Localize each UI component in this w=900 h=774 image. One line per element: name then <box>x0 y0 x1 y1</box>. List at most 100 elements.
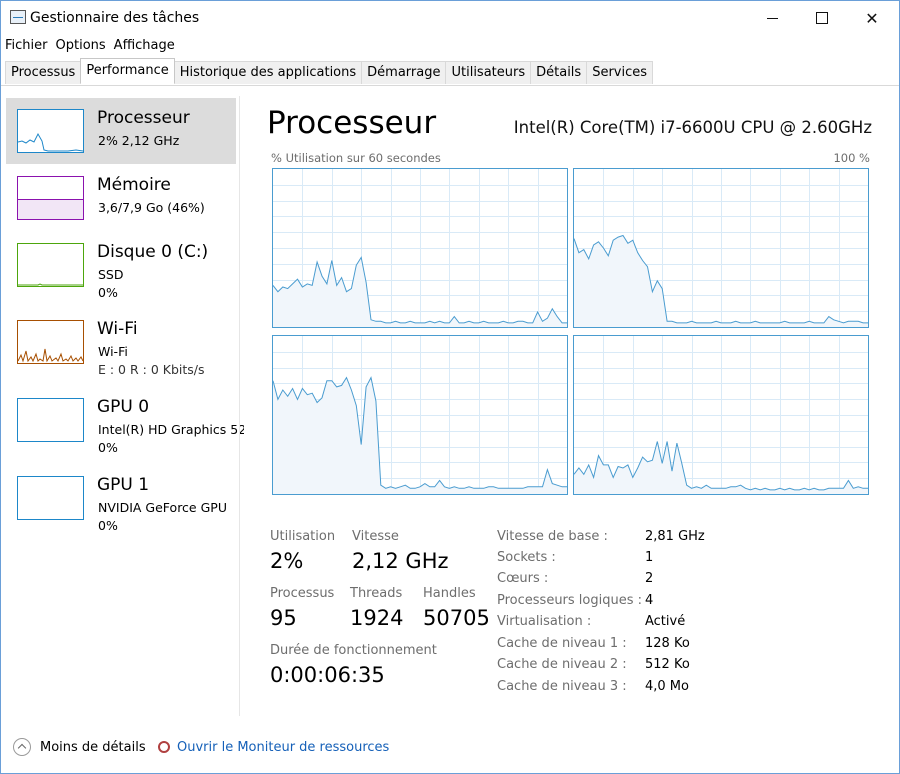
resource-name: Processeur <box>97 108 190 128</box>
resource-name: GPU 0 <box>97 397 150 417</box>
memory-thumbnail-graph <box>17 176 84 220</box>
cpu-thumbnail-graph <box>17 109 84 153</box>
maximize-icon <box>816 12 828 24</box>
wifi-thumbnail-graph <box>17 320 84 364</box>
resource-cpu[interactable]: Processeur 2% 2,12 GHz <box>6 98 236 164</box>
resource-memory[interactable]: Mémoire 3,6/7,9 Go (46%) <box>6 165 236 231</box>
processus-label: Processus <box>270 586 335 601</box>
close-icon: ✕ <box>865 8 879 28</box>
minimize-icon <box>766 17 778 19</box>
resource-detail: NVIDIA GeForce GPU <box>98 500 227 515</box>
maximize-button[interactable] <box>797 1 847 35</box>
core-graph-svg <box>574 169 868 327</box>
panel-divider <box>239 96 240 716</box>
resource-detail-2: 0% <box>98 285 118 300</box>
processus-value: 95 <box>270 606 297 630</box>
spec-value: 1 <box>645 550 654 565</box>
spec-value: 4 <box>645 593 654 608</box>
resource-detail: 3,6/7,9 Go (46%) <box>98 200 205 215</box>
resource-name: Wi-Fi <box>97 319 138 339</box>
window-title: Gestionnaire des tâches <box>30 10 200 26</box>
uptime-value: 0:00:06:35 <box>270 663 385 687</box>
resource-detail-2: 0% <box>98 440 118 455</box>
resource-monitor-icon <box>158 741 170 753</box>
wifi-thumbnail-line <box>18 348 83 363</box>
spec-value: Activé <box>645 614 686 629</box>
utilisation-label: Utilisation <box>270 529 336 544</box>
cpu-core-graph-3 <box>272 335 568 495</box>
spec-value: 128 Ko <box>645 636 690 651</box>
graph-axis-label: % Utilisation sur 60 secondes <box>271 151 441 165</box>
resource-detail-2: E : 0 R : 0 Kbits/s <box>98 362 205 377</box>
threads-value: 1924 <box>350 606 404 630</box>
tab-bar: Processus Performance Historique des app… <box>5 58 654 85</box>
spec-value: 2,81 GHz <box>645 529 705 544</box>
minimize-button[interactable] <box>747 1 797 35</box>
cpu-core-graph-4 <box>573 335 869 495</box>
core-graph-svg <box>273 169 567 327</box>
resource-wifi[interactable]: Wi-Fi Wi-Fi E : 0 R : 0 Kbits/s <box>6 309 236 377</box>
disk-thumbnail-line <box>18 283 83 286</box>
tab-services[interactable]: Services <box>586 61 654 84</box>
spec-key: Cache de niveau 3 : <box>497 679 627 694</box>
resource-disk[interactable]: Disque 0 (C:) SSD 0% <box>6 232 236 300</box>
threads-label: Threads <box>350 586 403 601</box>
tab-details[interactable]: Détails <box>530 61 588 84</box>
tab-demarrage[interactable]: Démarrage <box>361 61 447 84</box>
collapse-chevron-icon[interactable] <box>13 738 31 756</box>
gpu0-thumbnail-graph <box>17 398 84 442</box>
spec-value: 4,0 Mo <box>645 679 689 694</box>
disk-thumbnail-graph <box>17 243 84 287</box>
spec-key: Cache de niveau 2 : <box>497 657 627 672</box>
cpu-core-graph-1 <box>272 168 568 328</box>
tab-processus[interactable]: Processus <box>5 61 82 84</box>
vitesse-label: Vitesse <box>352 529 399 544</box>
resource-name: Mémoire <box>97 175 171 195</box>
open-resource-monitor-link[interactable]: Ouvrir le Moniteur de ressources <box>177 740 389 755</box>
spec-value: 512 Ko <box>645 657 690 672</box>
resource-detail-2: 0% <box>98 518 118 533</box>
menu-fichier[interactable]: Fichier <box>1 36 52 56</box>
tab-historique[interactable]: Historique des applications <box>173 61 363 84</box>
menu-affichage[interactable]: Affichage <box>110 36 179 56</box>
resource-name: GPU 1 <box>97 475 150 495</box>
close-button[interactable]: ✕ <box>847 1 897 35</box>
core-graph-svg <box>273 336 567 494</box>
tab-utilisateurs[interactable]: Utilisateurs <box>445 61 532 84</box>
spec-key: Virtualisation : <box>497 614 592 629</box>
graph-axis-max: 100 % <box>833 151 870 165</box>
task-manager-icon <box>10 10 26 24</box>
utilisation-value: 2% <box>270 549 304 573</box>
resource-gpu0[interactable]: GPU 0 Intel(R) HD Graphics 520 0% <box>6 387 244 455</box>
spec-key: Processeurs logiques : <box>497 593 643 608</box>
spec-key: Vitesse de base : <box>497 529 608 544</box>
resource-detail: Wi-Fi <box>98 344 128 359</box>
spec-key: Sockets : <box>497 550 556 565</box>
spec-key: Cœurs : <box>497 571 549 586</box>
resource-name: Disque 0 (C:) <box>97 242 209 262</box>
menu-options[interactable]: Options <box>52 36 110 56</box>
less-details-link[interactable]: Moins de détails <box>40 740 146 755</box>
resource-detail: 2% 2,12 GHz <box>98 133 180 148</box>
handles-label: Handles <box>423 586 476 601</box>
core-graph-svg <box>574 336 868 494</box>
page-title: Processeur <box>267 105 437 141</box>
resource-gpu1[interactable]: GPU 1 NVIDIA GeForce GPU 0% <box>6 465 236 533</box>
handles-value: 50705 <box>423 606 490 630</box>
tab-performance[interactable]: Performance <box>80 58 175 83</box>
resource-detail: SSD <box>98 267 124 282</box>
spec-value: 2 <box>645 571 654 586</box>
cpu-thumbnail-line <box>18 132 83 152</box>
resource-list: Processeur 2% 2,12 GHz Mémoire 3,6/7,9 G… <box>1 96 244 716</box>
gpu1-thumbnail-graph <box>17 476 84 520</box>
cpu-model-name: Intel(R) Core(TM) i7-6600U CPU @ 2.60GHz <box>513 118 872 137</box>
resource-detail: Intel(R) HD Graphics 520 <box>98 422 244 437</box>
menu-bar: Fichier Options Affichage <box>1 36 179 56</box>
cpu-core-graph-2 <box>573 168 869 328</box>
memory-fill <box>18 199 83 219</box>
title-bar[interactable]: Gestionnaire des tâches ✕ <box>1 1 899 35</box>
vitesse-value: 2,12 GHz <box>352 549 449 573</box>
spec-key: Cache de niveau 1 : <box>497 636 627 651</box>
task-manager-window: Gestionnaire des tâches ✕ Fichier Option… <box>0 0 900 774</box>
uptime-label: Durée de fonctionnement <box>270 643 437 658</box>
